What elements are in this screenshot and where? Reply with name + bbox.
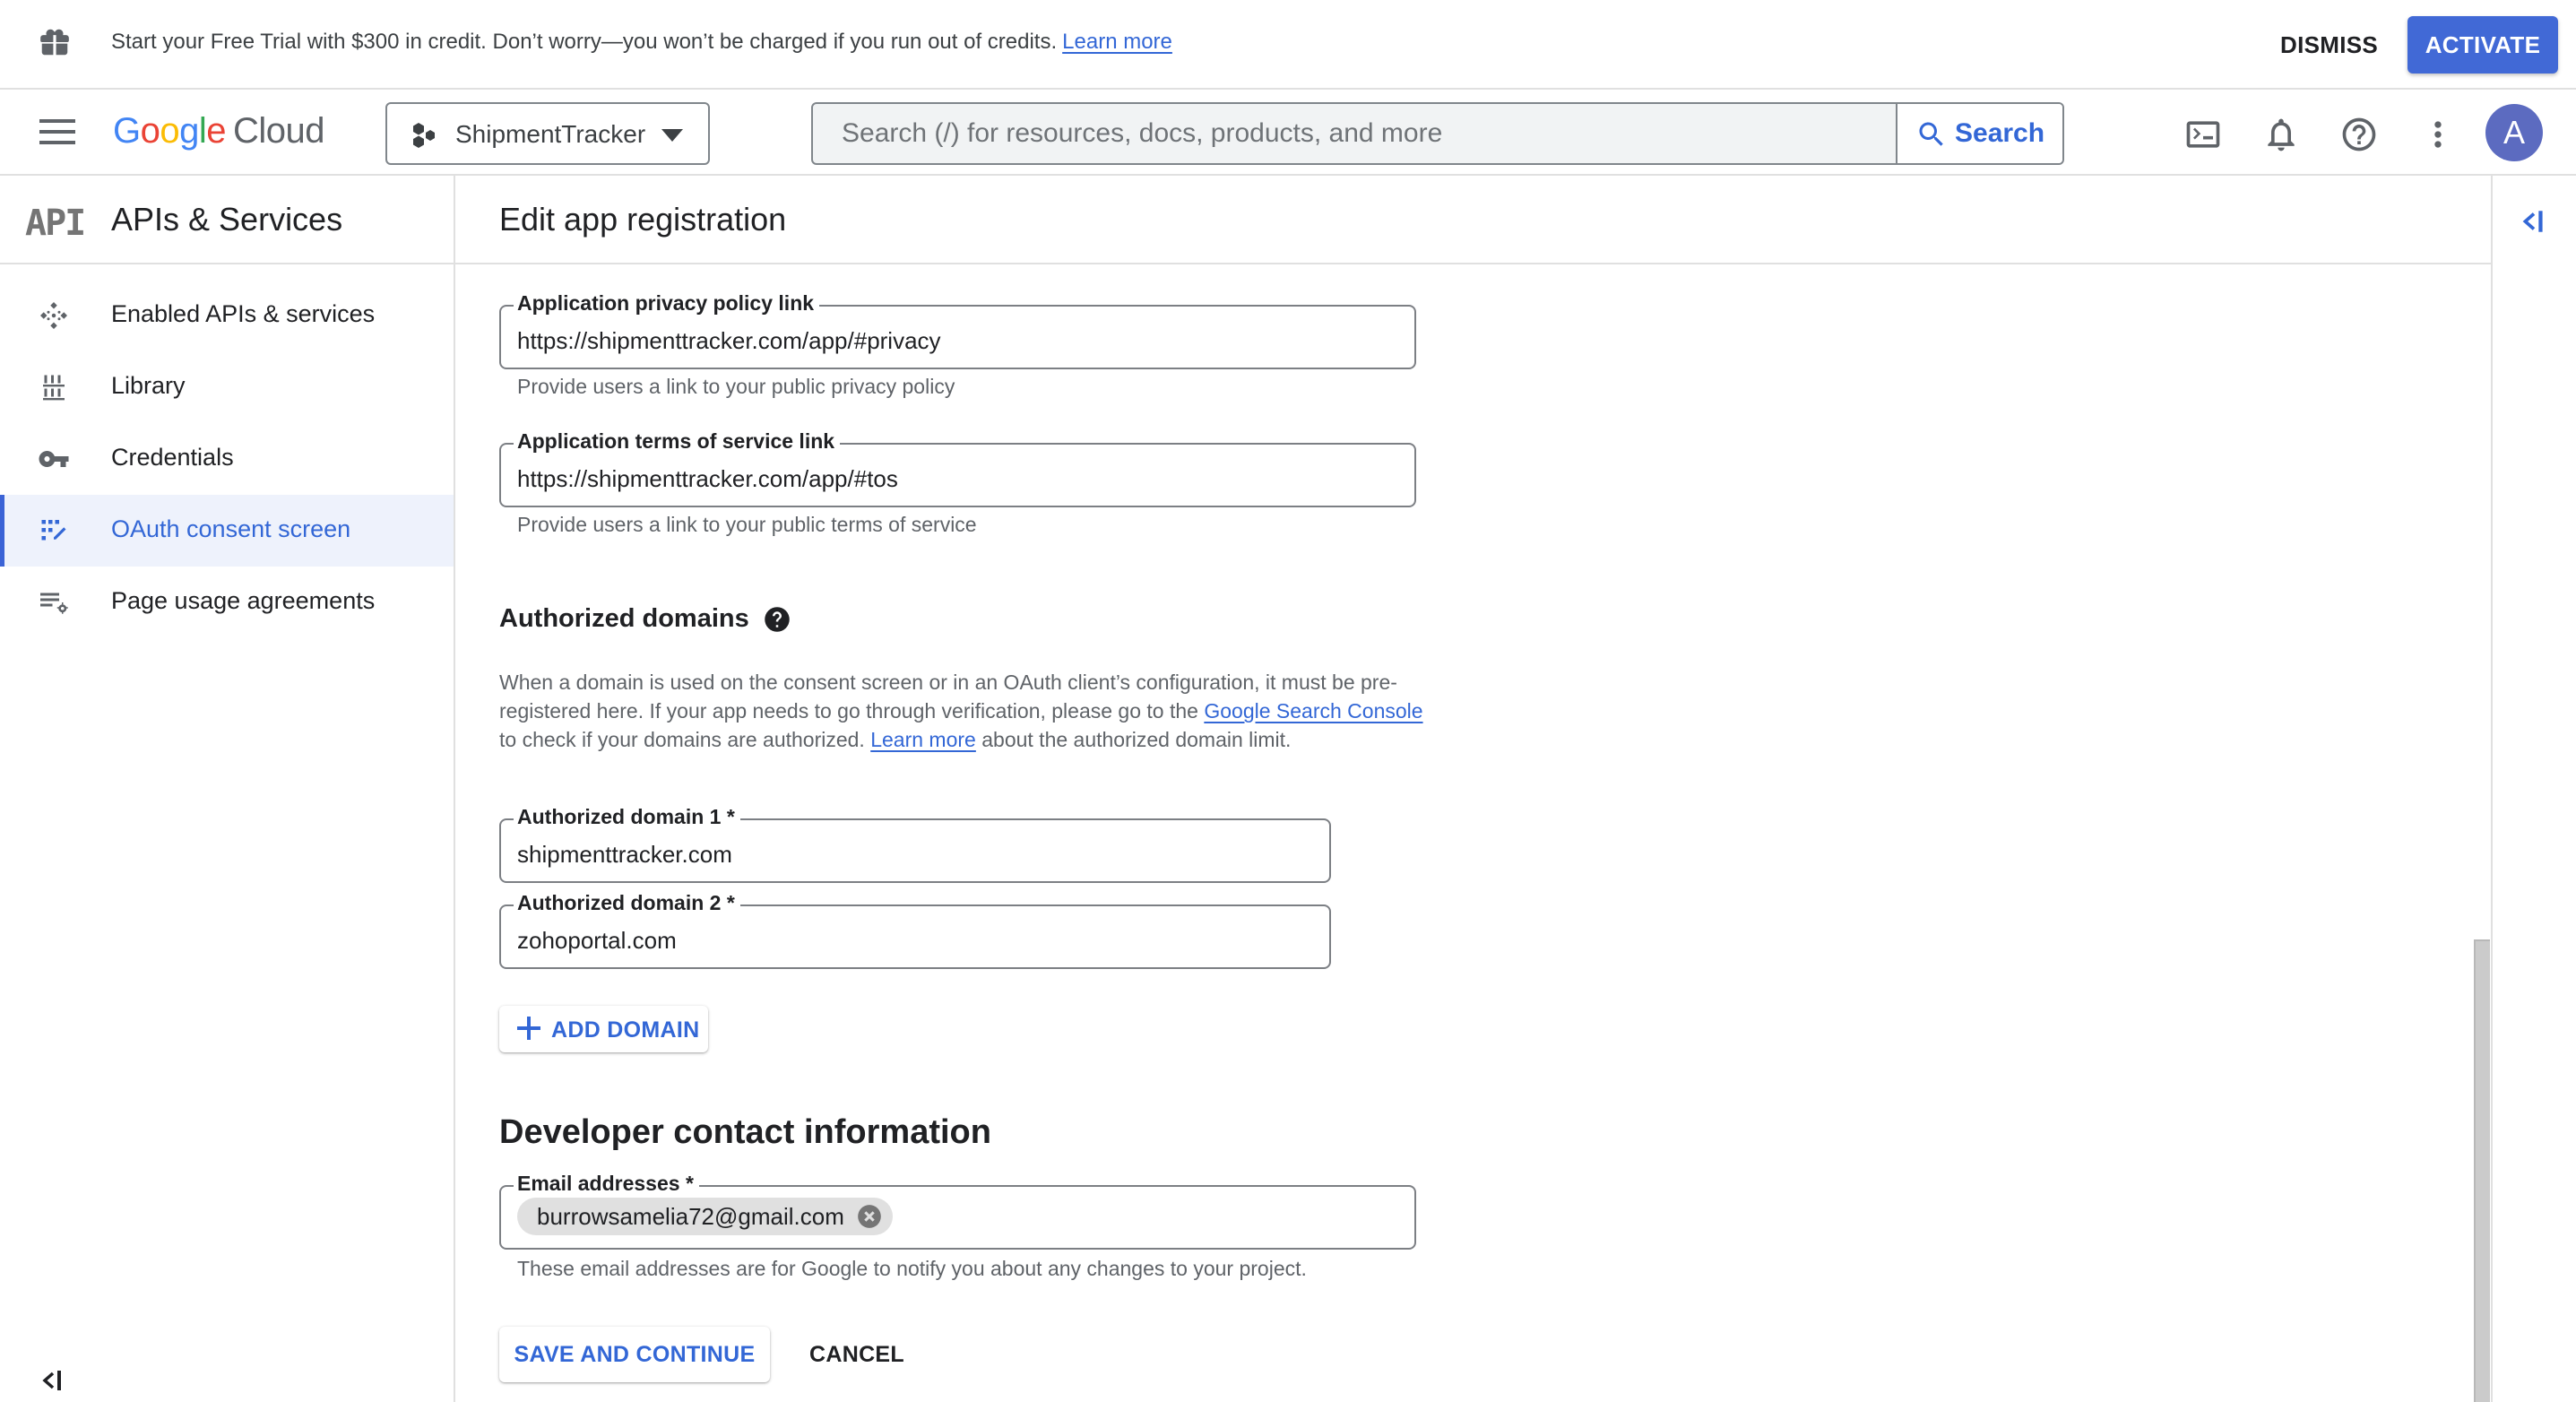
sidebar-item-label: Library [111,372,186,399]
cancel-button[interactable]: CANCEL [798,1327,916,1382]
logo-cloud-text: Cloud [233,111,325,151]
activate-button[interactable]: ACTIVATE [2407,16,2558,74]
authorized-domain-1-input[interactable] [501,820,1329,881]
gift-icon [40,29,69,56]
search-button-label: Search [1955,118,2045,148]
logo-letter: e [206,111,227,151]
privacy-policy-input[interactable] [501,307,1414,368]
desc-text: about the authorized domain limit. [975,728,1292,751]
banner-learn-more-link[interactable]: Learn more [1062,30,1172,54]
scrollbar-thumb[interactable] [2474,939,2490,1402]
add-domain-label: ADD DOMAIN [551,1017,700,1043]
sidebar-header: API APIs & Services [0,176,454,264]
page-title-bar: Edit app registration [455,176,2493,264]
privacy-policy-field: Application privacy policy link [499,290,1416,369]
page-usage-settings-icon [40,593,68,614]
email-addresses-field[interactable]: Email addresses * burrowsamelia72@gmail.… [499,1170,1416,1250]
account-avatar[interactable]: A [2485,104,2543,161]
expand-panel-icon[interactable] [2520,208,2548,235]
project-hexagons-icon [413,123,435,148]
terms-of-service-field: Application terms of service link [499,428,1416,507]
save-and-continue-button[interactable]: SAVE AND CONTINUE [499,1327,770,1382]
remove-chip-icon[interactable] [857,1204,882,1229]
right-side-panel [2491,176,2576,1402]
authorized-domain-1-field: Authorized domain 1 * [499,803,1331,883]
google-search-console-link[interactable]: Google Search Console [1204,699,1422,723]
banner-text: Start your Free Trial with $300 in credi… [111,30,1058,54]
logo-letter: G [113,111,141,151]
sidebar-item-page-usage-agreements[interactable]: Page usage agreements [0,567,454,638]
help-icon[interactable] [2339,115,2379,154]
terms-of-service-input[interactable] [501,445,1414,506]
sidebar: API APIs & Services Enabled APIs & servi… [0,176,455,1402]
authorized-domains-heading: Authorized domains [499,604,749,633]
logo-letter: o [160,111,180,151]
terms-of-service-hint: Provide users a link to your public term… [517,513,977,536]
plus-icon [517,1017,540,1040]
sidebar-item-label: Credentials [111,444,234,471]
banner-message: Start your Free Trial with $300 in credi… [111,30,1172,55]
privacy-policy-hint: Provide users a link to your public priv… [517,375,955,398]
collapse-left-icon[interactable] [39,1368,66,1393]
logo-letter: o [140,111,160,151]
sidebar-item-enabled-apis[interactable]: Enabled APIs & services [0,280,454,351]
sidebar-item-oauth-consent-screen[interactable]: OAuth consent screen [0,495,454,567]
add-domain-button[interactable]: ADD DOMAIN [499,1006,708,1052]
main-menu-icon[interactable] [39,119,75,146]
search-icon [1919,122,1943,146]
help-circle-icon[interactable] [764,606,791,633]
key-icon [39,451,69,467]
api-icon: API [25,203,86,244]
main-scrollbar[interactable] [2474,266,2490,1402]
authorized-domains-description: When a domain is used on the consent scr… [499,668,1431,754]
search-input[interactable] [813,104,1896,163]
project-picker[interactable]: ShipmentTracker [385,102,710,165]
library-icon [43,375,65,401]
email-addresses-label: Email addresses * [514,1170,699,1197]
email-chip-text: burrowsamelia72@gmail.com [537,1203,844,1230]
sidebar-item-credentials[interactable]: Credentials [0,423,454,495]
dropdown-caret-icon [661,129,683,142]
free-trial-banner: Start your Free Trial with $300 in credi… [0,0,2576,90]
learn-more-link[interactable]: Learn more [870,728,976,751]
sidebar-item-label: Page usage agreements [111,587,376,614]
desc-text: to check if your domains are authorized. [499,728,871,751]
authorized-domain-2-input[interactable] [501,906,1329,967]
more-vert-icon[interactable] [2418,115,2458,154]
logo-letter: g [179,111,199,151]
project-name: ShipmentTracker [455,120,646,148]
sidebar-item-label: OAuth consent screen [111,515,351,542]
oauth-consent-icon [41,520,66,541]
logo-letter: l [198,111,207,151]
search-button[interactable]: Search [1896,104,2062,163]
sidebar-item-label: Enabled APIs & services [111,300,376,327]
notifications-icon[interactable] [2261,115,2301,154]
sidebar-item-library[interactable]: Library [0,351,454,423]
email-chip: burrowsamelia72@gmail.com [517,1198,893,1235]
search-bar: Search [811,102,2064,165]
sidebar-title: APIs & Services [111,201,343,238]
email-addresses-hint: These email addresses are for Google to … [517,1257,1307,1280]
dismiss-button[interactable]: DISMISS [2268,25,2390,65]
developer-contact-heading: Developer contact information [499,1113,991,1151]
google-cloud-logo[interactable]: Google Cloud [113,111,325,151]
page-title: Edit app registration [499,201,787,238]
authorized-domain-2-field: Authorized domain 2 * [499,889,1331,969]
top-header: GoogleCloud ShipmentTracker Search A [0,90,2576,176]
cloud-shell-icon[interactable] [2183,115,2223,154]
enabled-apis-icon [40,302,67,329]
